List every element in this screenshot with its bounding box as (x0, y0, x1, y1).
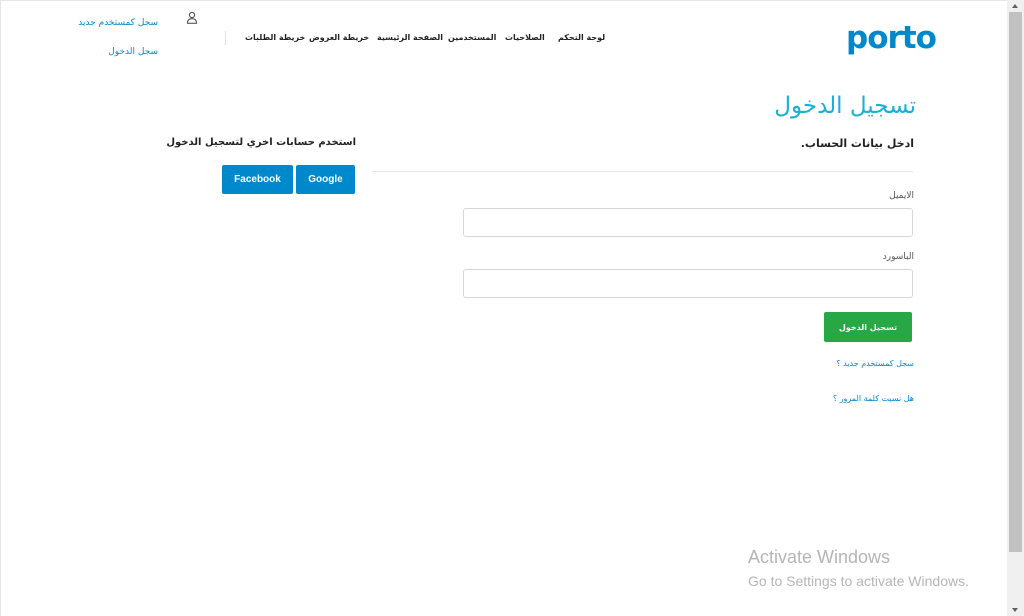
password-label: الباسورد (882, 252, 914, 262)
activate-windows-title: Activate Windows (748, 547, 891, 567)
chevron-down-icon (1012, 608, 1018, 612)
nav-item-users[interactable]: المستخدمين (448, 33, 496, 42)
page-frame (0, 0, 1007, 616)
register-link-header[interactable]: سجل كمستخدم جديد (78, 18, 158, 28)
nav-item-dashboard[interactable]: لوحة التحكم (558, 33, 605, 42)
scroll-up-button[interactable] (1007, 0, 1024, 12)
vertical-scrollbar[interactable] (1007, 0, 1024, 616)
nav-item-offers-map[interactable]: خريطة العروض (309, 33, 369, 42)
page-title: تسجيل الدخول (774, 93, 916, 120)
login-link-header[interactable]: سجل الدخول (108, 47, 158, 57)
email-field[interactable] (463, 208, 913, 237)
user-icon[interactable] (186, 11, 198, 24)
form-divider (372, 171, 913, 172)
nav-divider (225, 31, 226, 45)
google-login-button[interactable]: Google (296, 165, 355, 194)
email-label: الايميل (889, 191, 914, 201)
facebook-login-button[interactable]: Facebook (222, 165, 293, 194)
password-field[interactable] (463, 269, 913, 298)
porto-logo[interactable]: porto (846, 20, 937, 56)
nav-item-permissions[interactable]: الصلاحيات (505, 33, 545, 42)
activate-windows-subtitle: Go to Settings to activate Windows. (748, 573, 969, 589)
forgot-password-link[interactable]: هل نسيت كلمة المرور ؟ (833, 394, 914, 403)
form-title: ادخل بيانات الحساب. (800, 137, 914, 150)
nav-item-orders-map[interactable]: خريطة الطلبات (245, 33, 305, 42)
nav-item-home[interactable]: الصفحة الرئيسية (377, 33, 443, 42)
chevron-up-icon (1012, 4, 1018, 8)
social-login-title: استخدم حسابات اخري لتسجيل الدخول (166, 137, 356, 148)
login-button[interactable]: تسجيل الدخول (824, 312, 912, 342)
register-link[interactable]: سجل كمستخدم جديد ؟ (836, 359, 914, 368)
scroll-down-button[interactable] (1007, 604, 1024, 616)
scroll-thumb[interactable] (1009, 12, 1022, 552)
